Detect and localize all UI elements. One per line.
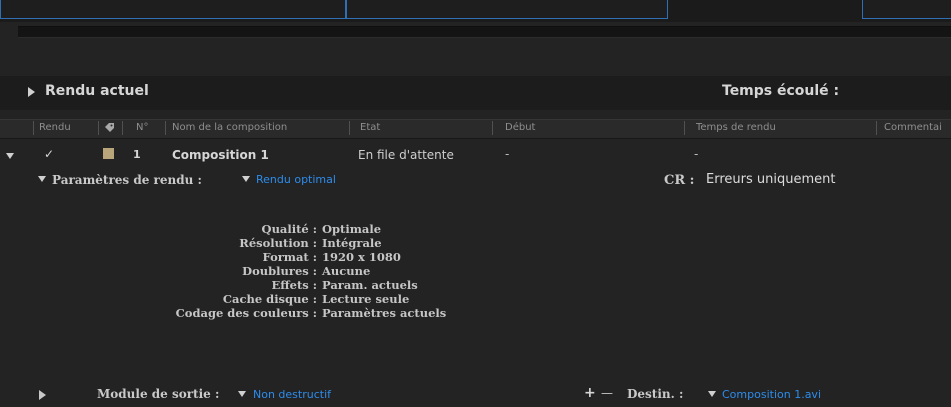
composition-name: Composition 1 bbox=[172, 148, 269, 162]
detail-value-resolution: Intégrale bbox=[322, 236, 382, 250]
column-header-render[interactable]: Rendu bbox=[39, 122, 71, 133]
top-panel-middle bbox=[346, 0, 668, 19]
detail-value-disk-cache: Lecture seule bbox=[322, 292, 410, 306]
detail-label-disk-cache: Cache disque : bbox=[222, 292, 317, 306]
detail-label-quality: Qualité : bbox=[261, 222, 317, 236]
output-module-preset-link[interactable]: Non destructif bbox=[253, 388, 331, 401]
column-header-composition-name[interactable]: Nom de la composition bbox=[172, 122, 287, 133]
detail-label-proxies: Doublures : bbox=[242, 264, 317, 278]
detail-label-resolution: Résolution : bbox=[239, 236, 317, 250]
column-separator bbox=[165, 121, 166, 135]
column-header-start[interactable]: Début bbox=[505, 122, 535, 133]
column-separator bbox=[98, 121, 99, 135]
tag-icon[interactable] bbox=[104, 122, 115, 133]
column-separator bbox=[122, 121, 123, 135]
detail-value-format: 1920 x 1080 bbox=[322, 250, 401, 264]
detail-label-format: Format : bbox=[262, 250, 317, 264]
column-separator bbox=[876, 121, 877, 135]
add-output-module-button[interactable]: + bbox=[584, 385, 596, 401]
item-render-time: - bbox=[694, 147, 699, 161]
top-panel-right bbox=[862, 0, 951, 19]
render-settings-label: Paramètres de rendu : bbox=[52, 173, 202, 187]
column-header-status[interactable]: Etat bbox=[360, 122, 380, 133]
output-module-expand-icon[interactable] bbox=[39, 390, 46, 400]
output-module-label: Module de sortie : bbox=[97, 387, 220, 401]
column-separator bbox=[492, 121, 493, 135]
column-separator bbox=[349, 121, 350, 135]
collapse-item-icon[interactable] bbox=[6, 153, 14, 159]
label-color-swatch[interactable] bbox=[103, 148, 114, 159]
item-number: 1 bbox=[133, 148, 141, 161]
detail-value-proxies: Aucune bbox=[322, 264, 371, 278]
column-header-comment[interactable]: Commentai bbox=[884, 122, 942, 133]
remove-output-module-button[interactable]: — bbox=[601, 386, 613, 400]
expand-triangle-icon[interactable] bbox=[28, 87, 35, 97]
item-status: En file d'attente bbox=[358, 148, 454, 162]
item-start: - bbox=[505, 147, 510, 161]
render-settings-expand-icon[interactable] bbox=[38, 176, 46, 182]
render-checkbox[interactable]: ✓ bbox=[44, 147, 54, 161]
elapsed-time-label: Temps écoulé : bbox=[722, 83, 840, 99]
log-label: CR : bbox=[664, 173, 695, 188]
detail-value-effects: Param. actuels bbox=[322, 278, 418, 292]
column-separator bbox=[33, 121, 34, 135]
log-dropdown[interactable]: Erreurs uniquement bbox=[706, 172, 835, 187]
destination-file-link[interactable]: Composition 1.avi bbox=[722, 388, 821, 401]
destination-label: Destin. : bbox=[627, 387, 684, 401]
detail-value-color-encoding: Paramètres actuels bbox=[322, 306, 447, 320]
destination-dropdown-icon[interactable] bbox=[708, 391, 716, 397]
column-separator bbox=[684, 121, 685, 135]
current-render-label: Rendu actuel bbox=[45, 83, 149, 99]
render-progress-bar bbox=[18, 26, 951, 38]
detail-label-color-encoding: Codage des couleurs : bbox=[175, 306, 317, 320]
render-settings-preset-link[interactable]: Rendu optimal bbox=[256, 173, 336, 186]
top-panel-left bbox=[0, 0, 346, 19]
render-settings-dropdown-icon[interactable] bbox=[242, 176, 250, 182]
column-header-render-time[interactable]: Temps de rendu bbox=[696, 122, 776, 133]
output-module-dropdown-icon[interactable] bbox=[238, 391, 246, 397]
detail-value-quality: Optimale bbox=[322, 222, 382, 236]
detail-label-effects: Effets : bbox=[271, 278, 317, 292]
column-header-number[interactable]: N° bbox=[136, 122, 148, 133]
